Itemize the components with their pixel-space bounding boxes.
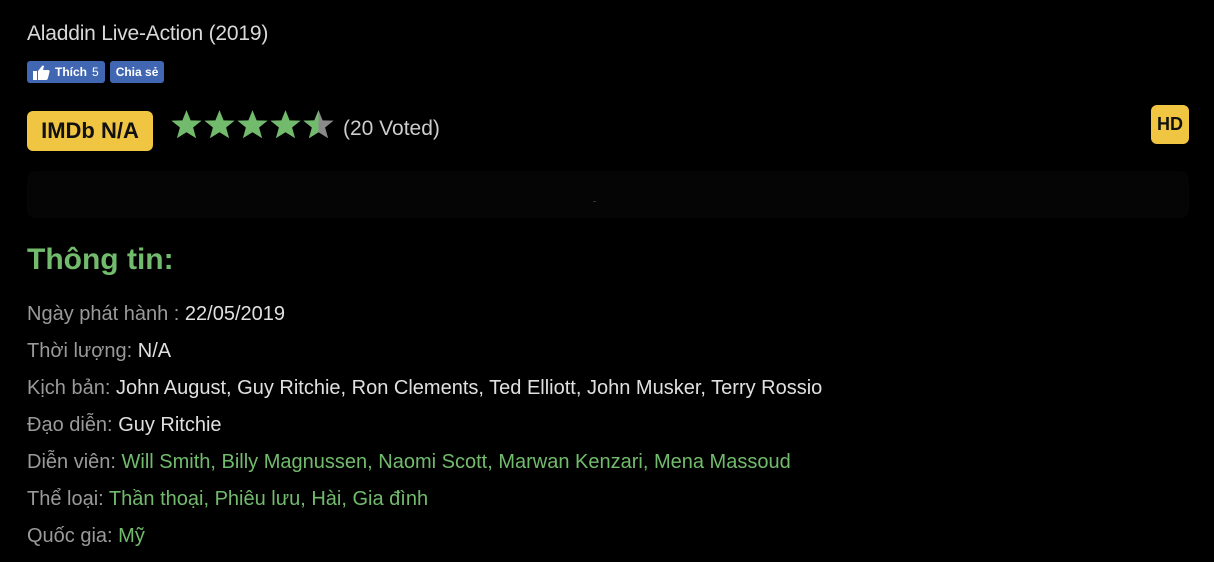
like-count: 5 (92, 65, 99, 79)
star-icon[interactable] (236, 108, 269, 141)
country-label: Quốc gia: (27, 525, 113, 547)
star-rating[interactable] (170, 108, 335, 141)
director-value: Guy Ritchie (118, 414, 222, 436)
cast-link[interactable]: Naomi Scott (378, 451, 487, 473)
star-icon[interactable] (170, 108, 203, 141)
half-star-icon[interactable] (302, 108, 335, 141)
release-label: Ngày phát hành : (27, 303, 180, 325)
genre-link[interactable]: Gia đình (353, 488, 429, 510)
section-title: Thông tin: (27, 243, 174, 276)
star-icon[interactable] (269, 108, 302, 141)
duration-value: N/A (137, 340, 172, 362)
writer-name: John August (115, 377, 227, 399)
vote-count: (20 Voted) (343, 117, 440, 140)
cast-link[interactable]: Will Smith (122, 451, 211, 473)
cast-label: Diễn viên: (27, 451, 116, 473)
movie-title: Aladdin Live-Action (2019) (27, 22, 269, 45)
info-release: Ngày phát hành : 22/05/2019 (27, 296, 822, 333)
genres-label: Thể loại: (27, 488, 104, 510)
info-director: Đạo diễn: Guy Ritchie (27, 407, 822, 444)
cast-link[interactable]: Billy Magnussen (222, 451, 368, 473)
movie-info: Ngày phát hành : 22/05/2019 Thời lượng: … (27, 296, 822, 555)
writer-name: Terry Rossio (711, 377, 823, 399)
info-writers: Kịch bản: John August, Guy Ritchie, Ron … (27, 377, 823, 399)
facebook-share-button[interactable]: Chia sẻ (109, 61, 165, 83)
writer-name: John Musker (587, 377, 701, 399)
star-icon[interactable] (203, 108, 236, 141)
writer-name: Ron Clements (351, 377, 479, 399)
panel-divider (593, 201, 596, 202)
info-genres: Thể loại: Thần thoại, Phiêu lưu, Hài, Gi… (27, 488, 429, 510)
genre-link[interactable]: Thần thoại (109, 488, 204, 510)
country-link[interactable]: Mỹ (118, 525, 145, 547)
writer-name: Ted Elliott (489, 377, 576, 399)
writers-label: Kịch bản: (27, 377, 111, 399)
writer-name: Guy Ritchie (237, 377, 341, 399)
director-label: Đạo diễn: (27, 414, 113, 436)
imdb-badge: IMDb N/A (27, 111, 153, 151)
player-panel (27, 171, 1189, 218)
quality-badge: HD (1151, 105, 1189, 144)
duration-label: Thời lượng: (27, 340, 133, 362)
cast-link[interactable]: Mena Massoud (654, 451, 791, 473)
genre-link[interactable]: Phiêu lưu (215, 488, 301, 510)
like-label: Thích (55, 65, 87, 79)
release-value: 22/05/2019 (184, 303, 286, 325)
info-country: Quốc gia: Mỹ (27, 518, 822, 555)
facebook-like-button[interactable]: Thích 5 (27, 61, 105, 83)
social-buttons: Thích 5 Chia sẻ (27, 61, 165, 83)
genre-link[interactable]: Hài (311, 488, 341, 510)
info-cast: Diễn viên: Will Smith, Billy Magnussen, … (27, 451, 791, 473)
cast-link[interactable]: Marwan Kenzari (498, 451, 643, 473)
thumbs-up-icon (33, 65, 50, 80)
info-duration: Thời lượng: N/A (27, 333, 822, 370)
